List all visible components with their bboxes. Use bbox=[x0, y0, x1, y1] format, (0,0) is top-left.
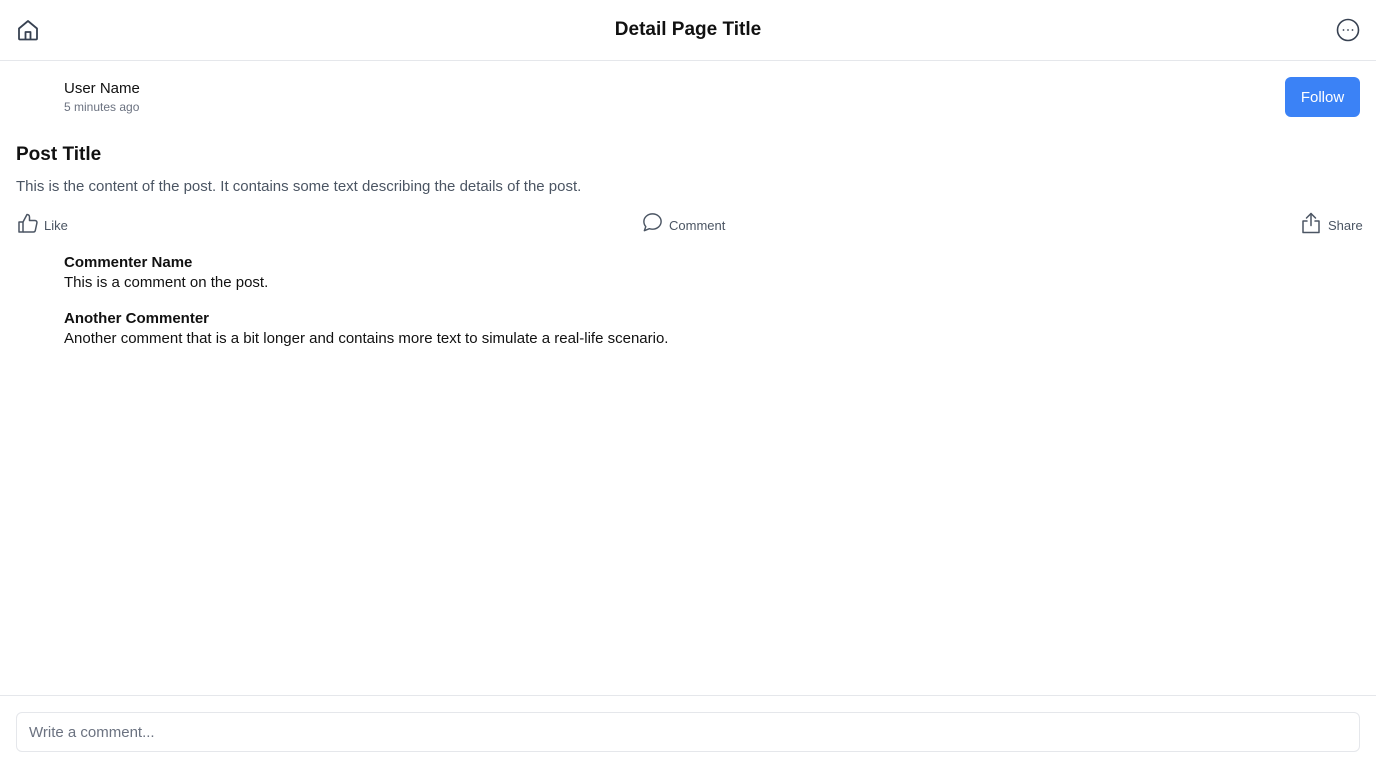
post-timestamp: 5 minutes ago bbox=[64, 100, 140, 114]
thumbs-up-icon bbox=[16, 211, 40, 240]
post-content: This is the content of the post. It cont… bbox=[16, 178, 582, 195]
comment-composer bbox=[0, 695, 1376, 768]
author-name[interactable]: User Name bbox=[64, 80, 140, 97]
speech-bubble-icon bbox=[641, 211, 664, 239]
more-options-icon[interactable] bbox=[1335, 17, 1361, 43]
comment-text: This is a comment on the post. bbox=[64, 274, 269, 291]
comment-item: Commenter Name This is a comment on the … bbox=[64, 254, 268, 292]
follow-button[interactable]: Follow bbox=[1285, 77, 1360, 117]
commenter-name[interactable]: Another Commenter bbox=[64, 310, 668, 328]
comment-button[interactable]: Comment bbox=[641, 212, 725, 238]
comment-item: Another Commenter Another comment that i… bbox=[64, 310, 668, 348]
comment-input[interactable] bbox=[16, 712, 1360, 752]
comment-text: Another comment that is a bit longer and… bbox=[64, 330, 669, 347]
comment-label: Comment bbox=[669, 217, 726, 233]
share-label: Share bbox=[1328, 217, 1363, 233]
like-label: Like bbox=[44, 217, 68, 233]
home-icon[interactable] bbox=[15, 17, 41, 43]
like-button[interactable]: Like bbox=[16, 212, 68, 238]
share-icon bbox=[1299, 211, 1323, 240]
top-header: Detail Page Title bbox=[0, 0, 1376, 61]
commenter-name[interactable]: Commenter Name bbox=[64, 254, 268, 272]
page-title: Detail Page Title bbox=[614, 19, 762, 40]
share-button[interactable]: Share bbox=[1299, 212, 1363, 238]
post-title: Post Title bbox=[16, 144, 102, 165]
post-author-row: User Name 5 minutes ago Follow bbox=[0, 61, 1376, 135]
